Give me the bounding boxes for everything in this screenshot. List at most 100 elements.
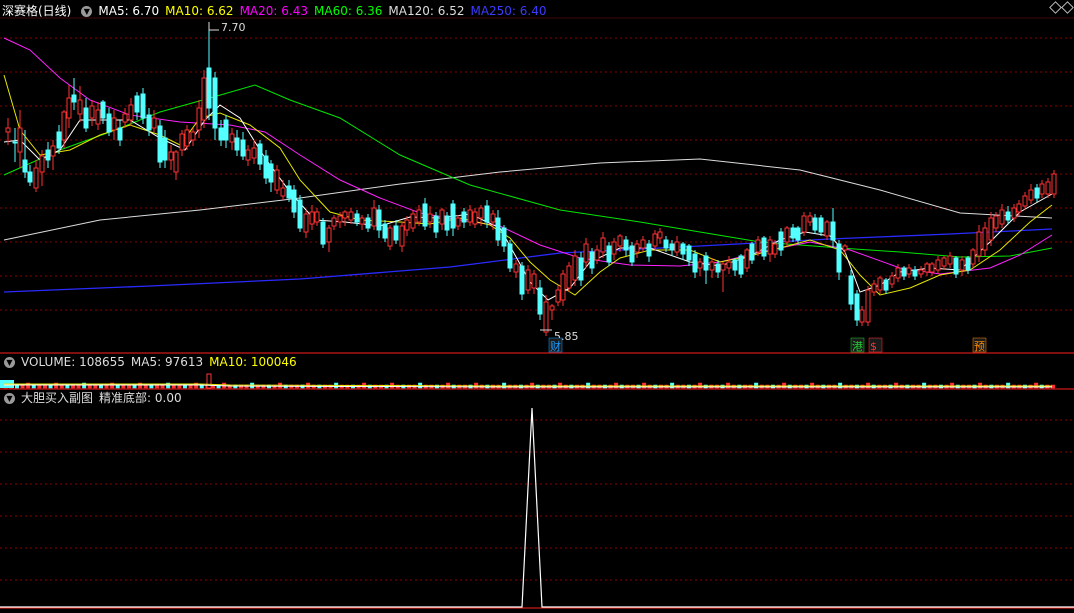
candle-body [77,99,83,115]
candle-body [342,211,348,219]
candle-body [314,211,320,223]
candle-body [859,309,865,323]
candle-body [600,237,606,253]
candle-body [720,263,726,271]
ma60-label: MA60: 6.36 [314,4,383,18]
candle-body [484,205,490,223]
candle-body [134,95,140,113]
candle-body [128,104,134,121]
candle-body [824,221,830,237]
candle-body [234,137,240,151]
candle-body [100,101,106,119]
candle-body [1005,211,1011,221]
candle-body [218,127,224,141]
candle-body [371,207,377,227]
candle-body [12,141,18,144]
stock-chart-canvas[interactable]: 7.705.85财港 $ 预 [0,0,1074,613]
candle-body [732,259,738,271]
candle-body [263,155,269,179]
candle-body [959,259,965,271]
candle-body [376,209,382,231]
candle-body [772,243,778,255]
candle-body [1011,207,1017,219]
candle-body [83,107,89,129]
candle-body [393,225,399,241]
candle-body [543,301,549,333]
candle-body [422,203,428,227]
candle-body [190,131,196,141]
volume-ma5-label: MA5: 97613 [130,355,204,369]
candle-body [168,151,174,161]
candle-body [71,94,77,103]
candle-body [359,217,365,225]
candle-body [184,129,190,147]
candle-body [686,245,692,261]
candle-body [501,227,507,247]
candle-body [206,67,212,109]
candle-body [830,221,836,241]
candle-body [999,209,1005,225]
candle-body [854,293,860,321]
volume-options-icon[interactable]: ▼ [4,356,15,368]
candle-body [513,263,519,273]
candle-body [1022,195,1028,207]
candle-body [122,113,128,123]
candle-body [918,269,924,275]
candle-body [578,257,584,281]
candle-body [877,277,883,291]
candle-body [767,239,773,255]
chart-options-icon[interactable]: ▼ [81,5,93,17]
candle-body [652,233,658,247]
candle-body [39,155,45,173]
candle-body [871,283,877,293]
main-chart-header: 深赛格(日线) ▼ MA5: 6.70 MA10: 6.62 MA20: 6.4… [0,2,553,20]
candle-body [286,185,292,199]
candle-body [883,279,889,291]
candle-body [531,273,537,289]
candle-body [507,243,513,269]
candle-body [801,215,807,233]
candle-body [663,239,669,249]
high-marker-pointer [208,22,219,31]
candle-body [162,137,168,161]
candle-body [404,219,410,231]
event-marker-text: $ [870,340,877,353]
candle-body [399,225,405,247]
candle-body [331,217,337,227]
ma250-label: MA250: 6.40 [470,4,547,18]
candle-body [519,265,525,295]
candle-body [703,255,709,271]
candle-body [692,253,698,273]
ma120-line [3,158,1053,241]
candle-body [617,235,623,247]
candle-body [1051,173,1057,195]
candle-body [842,245,848,251]
candle-body [749,243,755,261]
candle-body [988,217,994,241]
candle-body [212,77,218,129]
stock-title: 深赛格(日线) [2,4,72,18]
candle-body [738,255,744,275]
candle-body [274,169,280,191]
indicator-header: ▼ 大胆买入副图 精准底部: 0.00 [0,389,188,407]
candle-body [17,127,23,153]
candle-body [697,261,703,269]
candle-body [196,107,202,131]
ma10-label: MA10: 6.62 [165,4,234,18]
candle-body [140,93,146,119]
candle-body [657,231,663,239]
candle-body [1045,181,1051,195]
candle-body [297,199,303,229]
candle-body [812,217,818,231]
candlestick-series [5,22,1057,336]
candle-body [606,245,612,263]
candle-body [157,125,163,163]
candle-body [5,127,11,133]
candle-body [929,263,935,273]
candle-body [427,213,433,223]
candle-body [472,211,478,225]
indicator-options-icon[interactable]: ▼ [4,392,15,404]
candle-body [450,203,456,229]
candle-body [912,269,918,277]
ma20-label: MA20: 6.43 [239,4,308,18]
